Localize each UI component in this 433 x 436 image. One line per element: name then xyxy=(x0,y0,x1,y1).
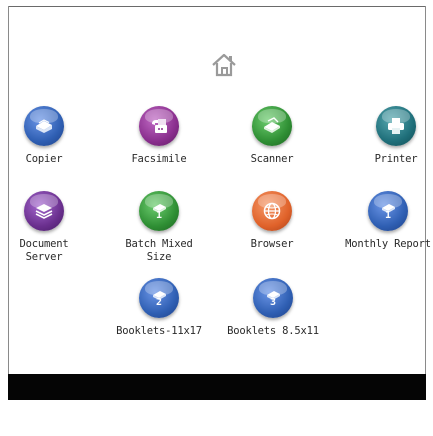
app-label: Batch Mixed Size xyxy=(125,238,193,263)
fax-icon xyxy=(152,119,167,133)
app-booklets-11x17-circle: 2 xyxy=(139,278,179,318)
globe-icon xyxy=(263,202,281,220)
program-number-badge: 2 xyxy=(155,297,163,308)
app-browser-circle xyxy=(252,191,292,231)
app-copier-circle xyxy=(24,106,64,146)
app-batch-mixed-size[interactable]: 1 Batch Mixed Size xyxy=(111,191,207,264)
app-label: Booklets-11x17 xyxy=(116,325,202,337)
scanner-icon xyxy=(264,117,280,133)
app-booklets-8-5x11[interactable]: 3 Booklets 8.5x11 xyxy=(225,278,321,338)
frame-right-border xyxy=(425,6,426,374)
app-label: Booklets 8.5x11 xyxy=(227,325,319,337)
home-button[interactable] xyxy=(209,50,239,80)
app-scanner[interactable]: Scanner xyxy=(224,106,320,166)
app-monthly-report[interactable]: 1 Monthly Report xyxy=(340,191,433,251)
app-booklets-11x17[interactable]: 2 Booklets-11x17 xyxy=(111,278,207,338)
status-bar xyxy=(8,374,426,400)
app-document-server[interactable]: Document Server xyxy=(0,191,92,264)
copier-icon xyxy=(36,119,52,133)
app-scanner-circle xyxy=(252,106,292,146)
app-monthly-report-circle: 1 xyxy=(368,191,408,231)
app-document-server-circle xyxy=(24,191,64,231)
app-copier[interactable]: Copier xyxy=(0,106,92,166)
frame-left-border xyxy=(8,6,9,374)
app-label: Scanner xyxy=(250,153,294,165)
app-booklets-8-5x11-circle: 3 xyxy=(253,278,293,318)
app-browser[interactable]: Browser xyxy=(224,191,320,251)
home-icon xyxy=(212,53,236,77)
app-facsimile-circle xyxy=(139,106,179,146)
app-label: Monthly Report xyxy=(345,238,431,250)
app-printer[interactable]: Printer xyxy=(348,106,433,166)
app-label: Facsimile xyxy=(131,153,187,165)
app-label: Document Server xyxy=(19,238,69,263)
frame-top-border xyxy=(8,6,426,7)
document-server-icon xyxy=(35,204,53,219)
home-screen: Copier Facsimile Scanner Printer Documen… xyxy=(0,0,433,436)
app-batch-mixed-size-circle: 1 xyxy=(139,191,179,231)
printer-icon xyxy=(388,118,404,134)
app-printer-circle xyxy=(376,106,416,146)
app-label: Copier xyxy=(25,153,63,165)
app-label: Printer xyxy=(374,153,418,165)
program-number-badge: 1 xyxy=(155,210,163,221)
app-facsimile[interactable]: Facsimile xyxy=(111,106,207,166)
app-label: Browser xyxy=(250,238,294,250)
program-number-badge: 1 xyxy=(384,210,392,221)
program-number-badge: 3 xyxy=(269,297,277,308)
